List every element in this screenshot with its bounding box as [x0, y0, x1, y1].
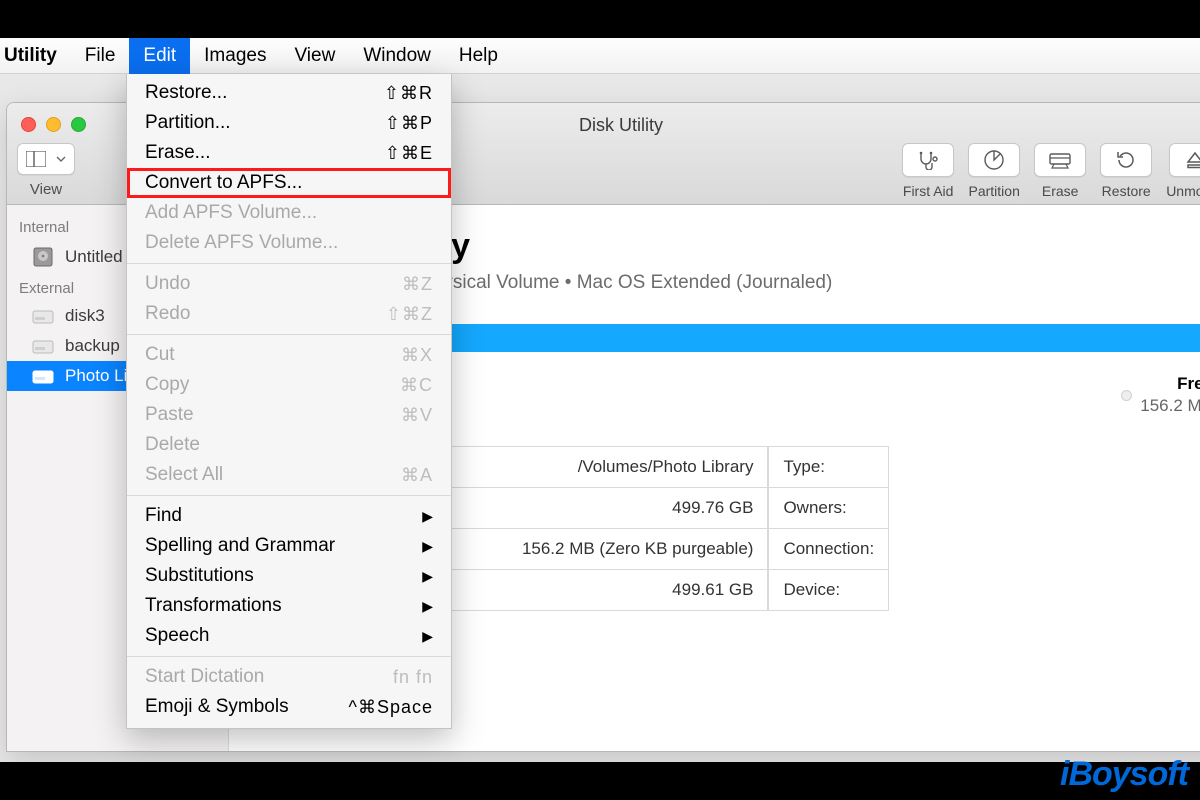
menu-item-undo: Undo⌘Z: [127, 269, 451, 299]
erase-icon: [1048, 151, 1072, 169]
menu-item-emoji-symbols[interactable]: Emoji & Symbols^⌘Space: [127, 692, 451, 722]
menu-item-convert-to-apfs[interactable]: Convert to APFS...: [127, 168, 451, 198]
menu-item-delete-apfs-volume: Delete APFS Volume...: [127, 228, 451, 258]
menu-item-paste: Paste⌘V: [127, 400, 451, 430]
sidebar-item-label: Untitled: [65, 247, 123, 267]
external-disk-icon: [31, 366, 55, 386]
watermark: iBoysoft: [1060, 755, 1188, 794]
menu-item-speech[interactable]: Speech▶: [127, 621, 451, 651]
menu-item-copy: Copy⌘C: [127, 370, 451, 400]
menu-item-partition[interactable]: Partition...⇧⌘P: [127, 108, 451, 138]
view-label: View: [30, 181, 62, 198]
menu-item-substitutions[interactable]: Substitutions▶: [127, 561, 451, 591]
menu-edit[interactable]: Edit: [129, 38, 190, 74]
erase-label: Erase: [1042, 183, 1079, 199]
restore-button[interactable]: [1100, 143, 1152, 177]
menu-item-erase[interactable]: Erase...⇧⌘E: [127, 138, 451, 168]
first-aid-label: First Aid: [903, 183, 954, 199]
menu-file[interactable]: File: [71, 38, 130, 74]
menu-help[interactable]: Help: [445, 38, 512, 74]
sidebar-item-label: disk3: [65, 306, 105, 326]
menu-item-select-all: Select All⌘A: [127, 460, 451, 490]
table-row: Type:: [769, 447, 889, 488]
legend-dot-icon: [1121, 390, 1132, 401]
submenu-arrow-icon: ▶: [422, 508, 433, 525]
menu-item-transformations[interactable]: Transformations▶: [127, 591, 451, 621]
menu-item-restore[interactable]: Restore...⇧⌘R: [127, 78, 451, 108]
submenu-arrow-icon: ▶: [422, 538, 433, 555]
submenu-arrow-icon: ▶: [422, 568, 433, 585]
menu-item-add-apfs-volume: Add APFS Volume...: [127, 198, 451, 228]
menu-item-redo: Redo⇧⌘Z: [127, 299, 451, 329]
eject-icon: [1185, 150, 1200, 170]
first-aid-button[interactable]: [902, 143, 954, 177]
toolbar: First Aid Partition Erase: [902, 143, 1200, 199]
menu-images[interactable]: Images: [190, 38, 280, 74]
menu-item-find[interactable]: Find▶: [127, 501, 451, 531]
legend-free-label: Free: [1177, 374, 1200, 394]
details-table-right: Type: Owners: Connection: Device:: [768, 446, 889, 611]
unmount-button[interactable]: [1169, 143, 1200, 177]
stethoscope-icon: [916, 150, 940, 170]
menu-item-start-dictation: Start Dictationfn fn: [127, 662, 451, 692]
restore-icon: [1115, 150, 1137, 170]
table-row: Owners:: [769, 488, 889, 529]
erase-button[interactable]: [1034, 143, 1086, 177]
menu-item-delete: Delete: [127, 430, 451, 460]
menu-app[interactable]: Utility: [4, 38, 71, 74]
partition-label: Partition: [969, 183, 1020, 199]
menu-window[interactable]: Window: [349, 38, 445, 74]
internal-disk-icon: [31, 245, 55, 269]
table-row: Connection:: [769, 529, 889, 570]
unmount-label: Unmount: [1166, 183, 1200, 199]
submenu-arrow-icon: ▶: [422, 628, 433, 645]
external-disk-icon: [31, 306, 55, 326]
edit-menu-dropdown: Restore...⇧⌘R Partition...⇧⌘P Erase...⇧⌘…: [126, 74, 452, 729]
external-disk-icon: [31, 336, 55, 356]
table-row: Device:: [769, 570, 889, 611]
menu-item-spelling-grammar[interactable]: Spelling and Grammar▶: [127, 531, 451, 561]
menubar: Utility File Edit Images View Window Hel…: [0, 38, 1200, 74]
legend-free-value: 156.2 MB: [1140, 396, 1200, 416]
restore-label: Restore: [1102, 183, 1151, 199]
partition-button[interactable]: [968, 143, 1020, 177]
menu-item-cut: Cut⌘X: [127, 340, 451, 370]
sidebar-item-label: backup: [65, 336, 120, 356]
pie-icon: [983, 149, 1005, 171]
menu-view[interactable]: View: [280, 38, 349, 74]
view-mode-button[interactable]: [17, 143, 75, 175]
submenu-arrow-icon: ▶: [422, 598, 433, 615]
chevron-down-icon: [56, 156, 66, 162]
